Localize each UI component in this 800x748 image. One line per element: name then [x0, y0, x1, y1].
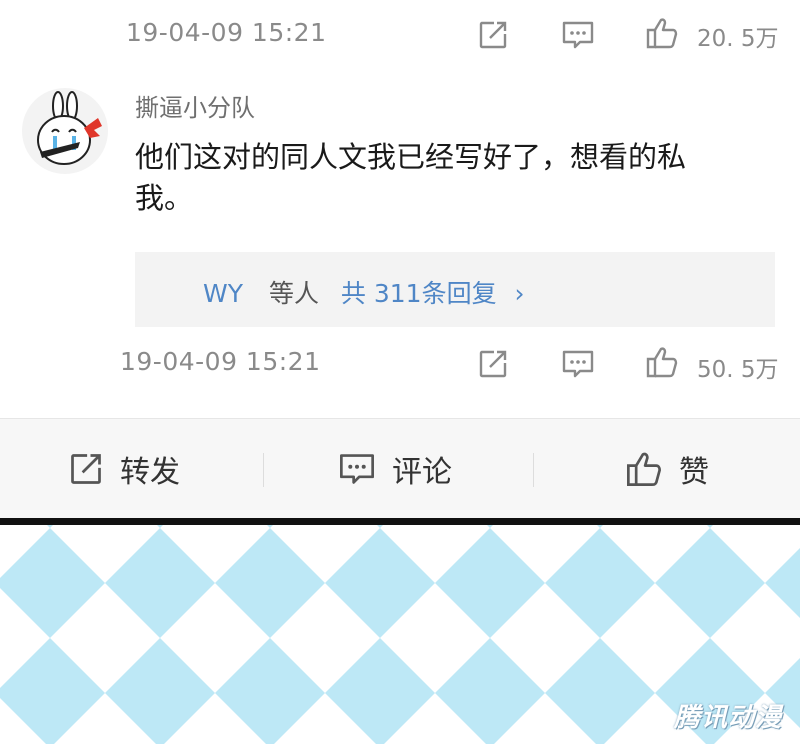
divider	[263, 453, 264, 487]
thumbs-up-icon[interactable]	[645, 345, 679, 379]
comment-icon[interactable]	[561, 19, 595, 51]
divider	[533, 453, 534, 487]
panel-border	[0, 518, 800, 525]
chevron-right-icon[interactable]: ›	[515, 279, 525, 308]
action-bar: 转发 评论 赞	[0, 418, 800, 519]
like-button[interactable]: 赞	[625, 447, 709, 491]
like-count-top: 20. 5万	[697, 26, 779, 52]
avatar[interactable]	[22, 88, 108, 174]
timestamp-comment: 19-04-09 15:21	[120, 347, 321, 376]
comment-icon[interactable]	[561, 348, 595, 380]
repost-label: 转发	[120, 455, 180, 490]
replies-box[interactable]: WY 等人 共 311条回复 ›	[135, 252, 775, 327]
share-icon[interactable]	[477, 348, 509, 380]
like-label: 赞	[679, 455, 709, 490]
comment-button[interactable]: 评论	[338, 447, 452, 491]
comment-username[interactable]: 撕逼小分队	[135, 88, 255, 123]
reply-user[interactable]: WY	[203, 279, 243, 308]
bunny-avatar-icon	[37, 91, 102, 165]
watermark-logo: 腾讯动漫	[673, 703, 782, 733]
like-count-comment: 50. 5万	[697, 357, 779, 383]
thumbs-up-icon[interactable]	[645, 16, 679, 50]
thumbs-up-icon	[625, 450, 663, 488]
repost-button[interactable]: 转发	[68, 447, 180, 491]
share-icon	[68, 451, 104, 487]
share-icon[interactable]	[477, 19, 509, 51]
timestamp-top: 19-04-09 15:21	[126, 18, 327, 47]
comment-label: 评论	[392, 455, 452, 490]
comment-text: 他们这对的同人文我已经写好了，想看的私 我。	[135, 137, 785, 219]
reply-mid-text: 等人	[268, 279, 319, 308]
comment-icon	[338, 451, 376, 487]
comment-text-line-1: 他们这对的同人文我已经写好了，想看的私	[135, 140, 687, 174]
reply-count[interactable]: 共 311条回复	[341, 279, 497, 308]
comment-text-line-2: 我。	[135, 181, 194, 215]
